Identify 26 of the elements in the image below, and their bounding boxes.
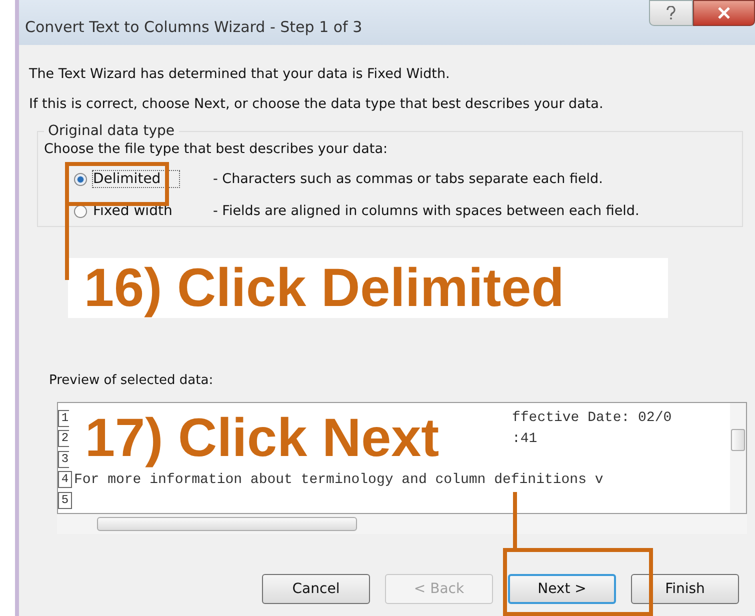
dialog-button[interactable]: Cancel	[262, 574, 370, 604]
option-description: - Fields are aligned in columns with spaces between each field.	[213, 203, 640, 219]
option-description: - Characters such as commas or tabs separate each field.	[213, 171, 603, 187]
instruction-text: The Text Wizard has determined that your data is Fixed Width.	[29, 65, 451, 84]
horizontal-scrollbar[interactable]	[57, 514, 747, 534]
row-number: 5	[58, 492, 72, 509]
row-number: 4	[58, 471, 72, 488]
instruction-text: If this is correct, choose Next, or choose the data type that best describes your data.	[29, 95, 604, 114]
help-button[interactable]	[649, 0, 693, 26]
radio-label[interactable]: Delimited	[93, 171, 179, 187]
dialog-button[interactable]: Next >	[508, 574, 616, 604]
preview-label: Preview of selected data:	[48, 373, 214, 388]
scroll-thumb[interactable]	[731, 429, 745, 451]
preview-text: :41	[511, 430, 538, 447]
scroll-thumb[interactable]	[97, 517, 357, 531]
close-button[interactable]	[693, 0, 755, 26]
prompt-text: Choose the file type that best describes your data:	[44, 141, 389, 157]
window-title: Convert Text to Columns Wizard - Step 1 of 3	[25, 18, 362, 36]
group-title: Original data type	[47, 123, 176, 139]
callout-text: 16) Click Delimited	[68, 258, 668, 318]
preview-text: For more information about terminology and column definitions v	[73, 472, 604, 488]
radio-button[interactable]	[74, 172, 87, 186]
close-icon	[717, 7, 731, 19]
preview-text: ffective Date: 02/0	[511, 410, 672, 426]
help-icon	[666, 6, 676, 20]
dialog-button[interactable]: Finish	[631, 574, 739, 604]
